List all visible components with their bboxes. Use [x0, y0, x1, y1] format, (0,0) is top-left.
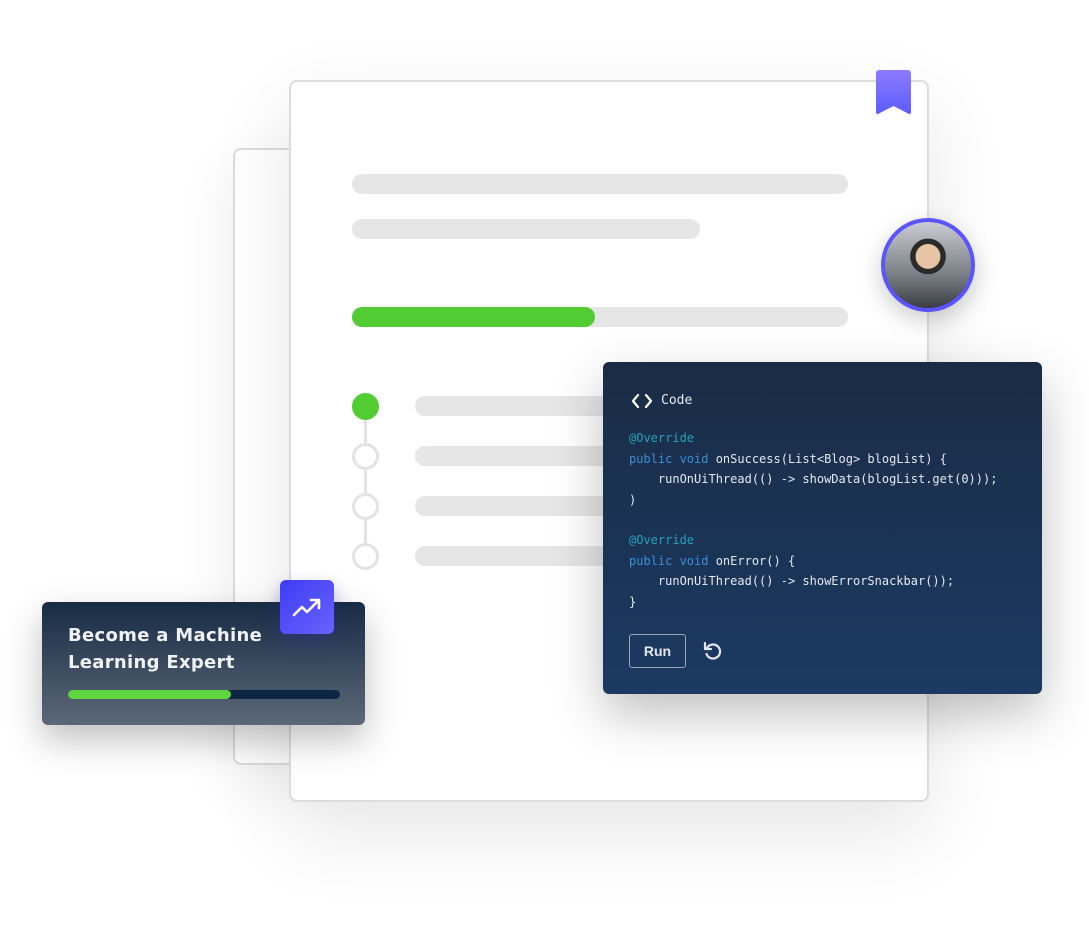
code-brackets-icon — [631, 393, 653, 408]
step-dot-complete — [352, 393, 379, 420]
code-line: @Override — [629, 530, 997, 551]
step-dot — [352, 493, 379, 520]
reset-icon[interactable] — [701, 640, 723, 662]
annotation: @Override — [629, 431, 695, 445]
keyword: public void — [629, 451, 709, 466]
code-line: } — [629, 594, 637, 609]
code-panel-title: Code — [661, 393, 693, 408]
course-progress-fill — [352, 307, 596, 327]
goal-title-line1: Become a Machine — [68, 625, 263, 646]
trending-up-badge — [280, 580, 334, 634]
goal-progress-fill — [68, 690, 232, 699]
step-dot — [352, 543, 379, 570]
goal-title-line2: Learning Expert — [68, 652, 235, 673]
code-panel: Code @Override public void onSuccess(List… — [603, 362, 1042, 694]
code-editor[interactable]: @Override public void onSuccess(List<Blog… — [629, 428, 997, 612]
annotation: @Override — [629, 533, 695, 547]
step-dot — [352, 443, 379, 470]
goal-progress-bar — [68, 690, 340, 699]
placeholder-line — [352, 219, 700, 239]
code-line: public void onError() { — [629, 553, 796, 568]
run-button[interactable]: Run — [629, 634, 686, 668]
code-line: runOnUiThread(() -> showData(blogList.ge… — [629, 472, 998, 486]
timeline-connector — [364, 418, 367, 558]
trending-up-icon — [292, 598, 321, 617]
placeholder-line — [352, 174, 848, 194]
keyword: public void — [629, 553, 709, 568]
code-line: ) — [629, 492, 637, 507]
course-progress-bar — [352, 307, 848, 327]
avatar — [881, 218, 975, 312]
code-line: @Override — [629, 428, 997, 449]
code-line: public void onSuccess(List<Blog> blogLis… — [629, 451, 947, 466]
code-line: runOnUiThread(() -> showErrorSnackbar())… — [629, 574, 955, 588]
